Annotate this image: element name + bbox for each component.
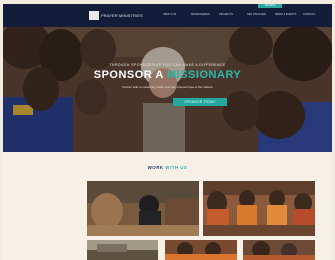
work-card-2[interactable] xyxy=(203,181,315,236)
logo-text: PRAYER MINISTRIES xyxy=(101,13,143,18)
work-card-photo xyxy=(165,240,237,260)
menu-item-missionaries[interactable]: MISSIONARIES xyxy=(191,13,215,17)
section-title-part2: WITH US xyxy=(165,165,188,170)
hero-title: SPONSOR A MISSIONARY xyxy=(3,69,332,82)
hero-title-part1: SPONSOR A xyxy=(93,69,167,81)
donate-button[interactable]: DONATE xyxy=(258,4,282,8)
main-menu: ABOUT US MISSIONARIES PROJECTS GET INVOL… xyxy=(163,13,327,17)
work-with-us-section: WORK WITH US xyxy=(3,152,332,260)
work-card-photo xyxy=(87,181,199,236)
work-card-photo xyxy=(87,240,158,260)
menu-item-news-events[interactable]: NEWS & EVENTS xyxy=(275,13,299,17)
website-page: PRAYER MINISTRIES ABOUT US MISSIONARIES … xyxy=(3,4,332,260)
site-logo[interactable]: PRAYER MINISTRIES xyxy=(89,11,155,20)
section-title-part1: WORK xyxy=(147,165,166,170)
top-navigation: PRAYER MINISTRIES ABOUT US MISSIONARIES … xyxy=(3,4,332,27)
sponsor-cta-button[interactable]: SPONSOR TODAY xyxy=(173,98,227,106)
ministry-logo-icon xyxy=(89,11,99,20)
menu-item-get-involved[interactable]: GET INVOLVED xyxy=(247,13,271,17)
hero-banner: THROUGH SPONSORSHIP YOU CAN MAKE A DIFFE… xyxy=(3,27,332,152)
menu-item-contact[interactable]: CONTACT xyxy=(303,13,327,17)
hero-subtitle: Partner with a missionary today and help… xyxy=(122,85,213,89)
work-card-4[interactable] xyxy=(165,240,237,260)
hero-kicker: THROUGH SPONSORSHIP YOU CAN MAKE A DIFFE… xyxy=(109,63,226,67)
hero-title-part2: MISSIONARY xyxy=(167,69,242,81)
work-card-3[interactable] xyxy=(87,240,158,260)
work-card-1[interactable] xyxy=(87,181,199,236)
work-card-photo xyxy=(243,240,315,260)
work-card-photo xyxy=(203,181,315,236)
section-title: WORK WITH US xyxy=(3,165,332,171)
menu-item-about[interactable]: ABOUT US xyxy=(163,13,187,17)
hero-photo xyxy=(3,27,332,152)
work-card-5[interactable] xyxy=(243,240,315,260)
menu-item-projects[interactable]: PROJECTS xyxy=(219,13,243,17)
